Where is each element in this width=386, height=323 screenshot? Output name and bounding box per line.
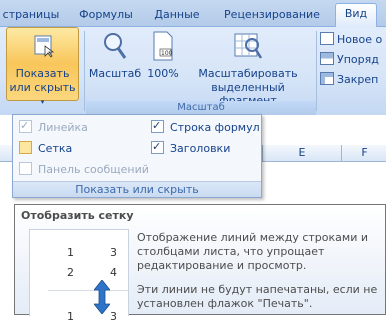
checkbox-ruler: Линейка bbox=[19, 117, 88, 137]
column-header-f[interactable]: F bbox=[341, 145, 386, 161]
group-separator bbox=[84, 31, 85, 111]
up-down-arrow-icon bbox=[93, 279, 111, 315]
checkbox-formula-bar-box[interactable] bbox=[151, 117, 164, 135]
show-hide-label-line2: или скрыть ▾ bbox=[9, 81, 76, 106]
tab-page-layout[interactable]: страницы bbox=[0, 5, 62, 25]
chevron-down-icon: ▾ bbox=[40, 98, 45, 106]
checkbox-formula-bar[interactable]: Строка формул bbox=[151, 117, 260, 137]
preview-gridline bbox=[48, 290, 128, 291]
tooltip-line: столбцами листа, что упрощает bbox=[137, 245, 325, 258]
preview-number: 4 bbox=[110, 266, 117, 279]
checkbox-headings-box[interactable] bbox=[151, 138, 164, 156]
group-separator bbox=[316, 31, 317, 111]
show-hide-button[interactable]: Показать или скрыть ▾ bbox=[6, 27, 79, 106]
zoom-selection-icon bbox=[234, 31, 263, 64]
checkbox-message-bar: Панель сообщений bbox=[19, 161, 149, 179]
zoom-button[interactable]: Масштаб bbox=[88, 27, 142, 97]
gridlines-tooltip: Отобразить сетку 1 3 2 4 1 3 Отображение… bbox=[14, 204, 386, 323]
tab-view[interactable]: Вид bbox=[335, 3, 377, 27]
magnifier-icon bbox=[103, 32, 127, 63]
checkbox-gridlines-box[interactable] bbox=[19, 141, 32, 154]
checkbox-ruler-box bbox=[19, 117, 32, 135]
page-100-icon: 100 bbox=[152, 31, 174, 64]
show-hide-icon bbox=[33, 34, 55, 58]
preview-number: 1 bbox=[67, 310, 74, 323]
tooltip-title: Отобразить сетку bbox=[21, 209, 134, 222]
freeze-panes-icon bbox=[320, 72, 334, 85]
preview-number: 3 bbox=[110, 246, 117, 259]
column-header-e[interactable]: E bbox=[262, 145, 341, 161]
dropdown-group-label: Показать или скрыть bbox=[13, 181, 261, 197]
preview-number: 2 bbox=[67, 266, 74, 279]
zoom-label: Масштаб bbox=[88, 67, 142, 80]
tooltip-preview-image: 1 3 2 4 1 3 bbox=[29, 229, 129, 323]
zoom-100-label: 100% bbox=[147, 67, 179, 80]
checkbox-gridlines[interactable]: Сетка bbox=[19, 140, 72, 158]
zoom-100-button[interactable]: 100 100% bbox=[144, 27, 182, 97]
group-label-zoom: Масштаб bbox=[86, 101, 316, 115]
freeze-panes-button[interactable]: Закреп bbox=[320, 71, 378, 89]
zoom-selection-button[interactable]: Масштабировать выделенный фрагмент bbox=[186, 27, 310, 107]
checkbox-message-bar-box bbox=[19, 162, 32, 175]
tab-review[interactable]: Рецензирование bbox=[221, 5, 323, 25]
svg-text:100: 100 bbox=[161, 50, 173, 57]
ribbon-view: Показать или скрыть ▾ Масштаб 100 100% М… bbox=[0, 27, 386, 115]
tab-data[interactable]: Данные bbox=[150, 5, 204, 25]
ribbon-tab-bar: страницы Формулы Данные Рецензирование В… bbox=[0, 0, 386, 27]
show-hide-label-line1: Показать bbox=[15, 67, 70, 80]
tooltip-line: Отображение линий между строками и bbox=[137, 231, 368, 244]
tooltip-line: редактирование и просмотр. bbox=[137, 259, 307, 272]
zoom-selection-label-line1: Масштабировать bbox=[198, 67, 298, 80]
tooltip-description: Отображение линий между строками и столб… bbox=[137, 231, 385, 311]
show-hide-dropdown: Линейка Строка формул Сетка Заголовки Па… bbox=[12, 114, 262, 198]
arrange-all-button[interactable]: Упоряд bbox=[320, 51, 379, 69]
tooltip-line: установлен флажок "Печать". bbox=[137, 297, 313, 310]
new-window-button[interactable]: Новое о bbox=[320, 31, 382, 49]
preview-number: 1 bbox=[67, 246, 74, 259]
arrange-icon bbox=[320, 52, 334, 65]
tooltip-line: Эти линии не будут напечатаны, если не bbox=[137, 283, 378, 296]
preview-number: 3 bbox=[110, 310, 117, 323]
checkbox-headings[interactable]: Заголовки bbox=[151, 138, 230, 158]
tab-formulas[interactable]: Формулы bbox=[76, 5, 136, 25]
new-window-icon bbox=[320, 32, 334, 45]
